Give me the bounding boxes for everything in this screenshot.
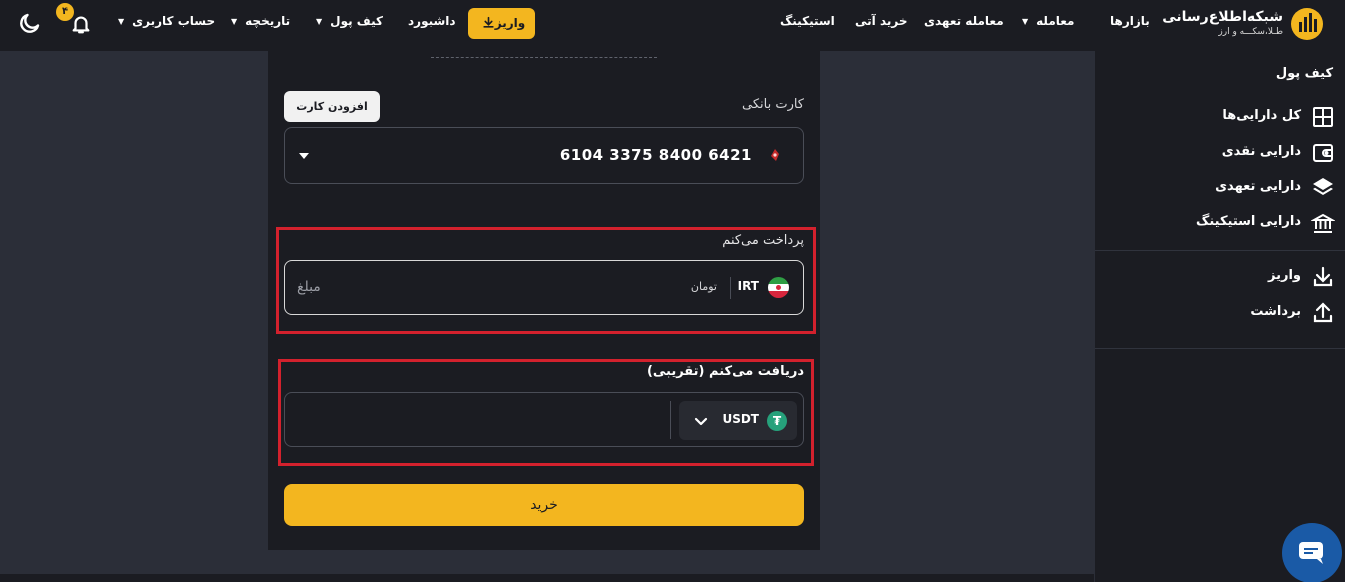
tether-icon: ₮ xyxy=(767,411,787,431)
brand-title: شبکه‌اطلاع‌رسانی xyxy=(1162,9,1283,25)
nav-trade[interactable]: ▼ معامله xyxy=(1022,13,1074,30)
footer-strip xyxy=(0,574,1094,582)
sidebar-divider xyxy=(1095,250,1345,251)
bank-card-label: کارت بانکی xyxy=(741,97,804,112)
add-card-button[interactable]: افزودن کارت xyxy=(284,91,380,122)
bank-card-select[interactable]: 6104 3375 8400 6421 xyxy=(284,127,804,184)
nav-wallet[interactable]: ▼ کیف پول xyxy=(316,13,383,30)
caret-down-icon: ▼ xyxy=(1022,17,1029,26)
nav-commitment-trade[interactable]: معامله تعهدی xyxy=(924,13,1004,29)
receive-coin-code: USDT xyxy=(722,412,759,426)
brand[interactable]: شبکه‌اطلاع‌رسانی طـلا،سکـــه و ارز xyxy=(1153,6,1323,44)
chat-icon xyxy=(1299,542,1323,564)
brand-logo xyxy=(1291,8,1323,40)
sidebar-item-label: دارایی نقدی xyxy=(1221,144,1301,159)
pay-currency-code: IRT xyxy=(737,279,759,293)
sidebar-item-label: دارایی استیکینگ xyxy=(1196,214,1301,229)
receive-label: دریافت می‌کنم (تقریبی) xyxy=(646,364,804,379)
pay-currency-name: تومان xyxy=(690,280,717,293)
caret-down-icon: ▼ xyxy=(118,17,125,26)
nav-account[interactable]: ▼ حساب کاربری xyxy=(118,13,215,30)
sidebar-item-label: برداشت xyxy=(1250,304,1301,319)
nav-markets[interactable]: بازارها xyxy=(1110,13,1150,29)
bank-icon xyxy=(1311,213,1335,233)
sidebar-divider xyxy=(1095,348,1345,349)
top-navigation: شبکه‌اطلاع‌رسانی طـلا،سکـــه و ارز بازار… xyxy=(0,0,1345,51)
pay-label: پرداخت می‌کنم xyxy=(722,233,804,248)
sidebar-heading: کیف پول xyxy=(1275,66,1333,81)
sidebar-item-withdraw[interactable]: برداشت xyxy=(1115,300,1335,326)
iran-flag-icon xyxy=(768,277,789,298)
nav-dashboard[interactable]: داشبورد xyxy=(408,13,456,29)
wallet-icon xyxy=(1313,144,1333,162)
sidebar-item-staking-assets[interactable]: دارایی استیکینگ xyxy=(1115,210,1335,236)
sidebar-item-label: دارایی تعهدی xyxy=(1215,179,1301,194)
chevron-down-icon xyxy=(694,417,708,426)
sidebar-item-label: کل دارایی‌ها xyxy=(1222,108,1301,123)
caret-down-icon xyxy=(299,153,309,159)
grid-icon xyxy=(1313,107,1333,127)
bell-icon[interactable] xyxy=(70,12,92,36)
coin-select[interactable]: ₮ USDT xyxy=(679,401,797,440)
caret-down-icon: ▼ xyxy=(231,17,238,26)
buy-button[interactable]: خرید xyxy=(284,484,804,526)
pay-amount-field[interactable]: IRT تومان xyxy=(284,260,804,315)
sidebar-item-all-assets[interactable]: کل دارایی‌ها xyxy=(1115,104,1335,130)
sidebar-item-commitment-assets[interactable]: دارایی تعهدی xyxy=(1115,175,1335,201)
layers-icon xyxy=(1313,178,1333,195)
download-icon xyxy=(1313,266,1333,287)
moon-icon[interactable] xyxy=(18,11,42,35)
download-icon xyxy=(483,16,494,28)
sidebar-item-cash-assets[interactable]: دارایی نقدی xyxy=(1115,140,1335,166)
wallet-sidebar: کیف پول کل دارایی‌ها دارایی نقدی دارایی … xyxy=(1094,51,1345,582)
nav-staking[interactable]: استیکینگ xyxy=(780,13,835,29)
buy-form-card: کارت بانکی افزودن کارت 6104 3375 8400 64… xyxy=(268,51,820,550)
upload-icon xyxy=(1313,302,1333,323)
nav-future-buy[interactable]: خرید آتی xyxy=(855,13,908,29)
card-number: 6104 3375 8400 6421 xyxy=(559,146,752,164)
receive-amount-field[interactable]: ₮ USDT xyxy=(284,392,804,447)
bank-logo-icon xyxy=(771,149,779,161)
sidebar-item-deposit[interactable]: واریز xyxy=(1115,264,1335,290)
nav-history[interactable]: ▼ تاریخچه xyxy=(231,13,290,30)
amount-input[interactable] xyxy=(297,275,497,299)
dashed-separator xyxy=(431,57,657,58)
caret-down-icon: ▼ xyxy=(316,17,323,26)
sidebar-item-label: واریز xyxy=(1268,268,1301,283)
notification-badge: ۴ xyxy=(56,3,74,21)
chat-button[interactable] xyxy=(1282,523,1342,582)
brand-subtitle: طـلا،سکـــه و ارز xyxy=(1218,27,1283,37)
deposit-button[interactable]: واریز xyxy=(468,8,535,39)
